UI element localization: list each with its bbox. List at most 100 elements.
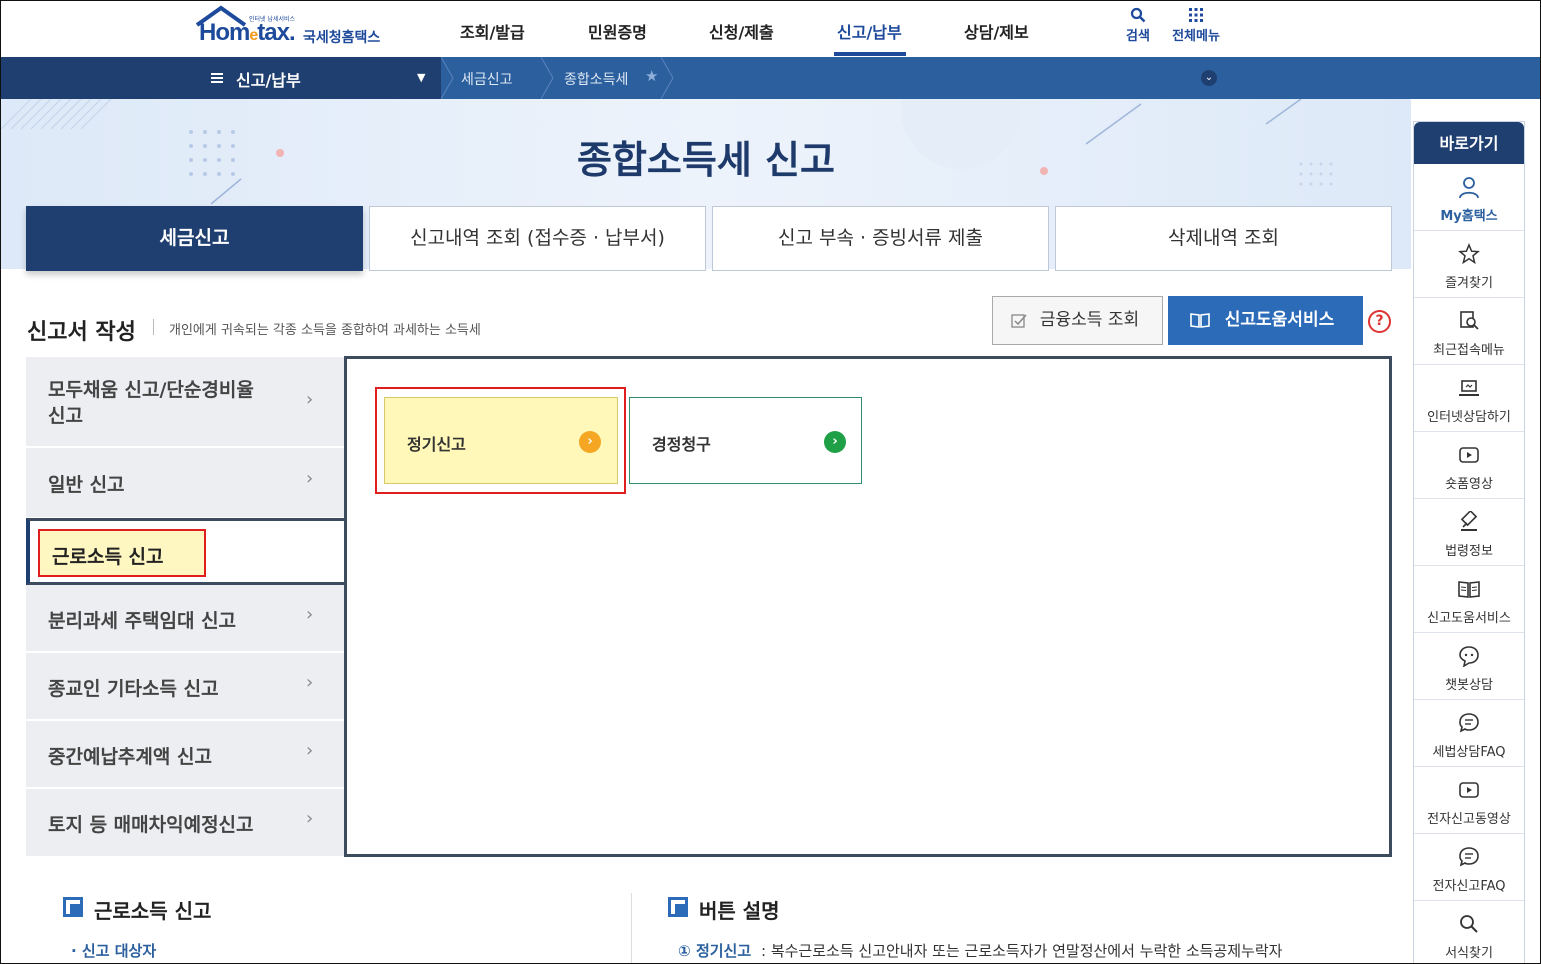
grid-menu-icon bbox=[1189, 8, 1203, 22]
chevron-right-icon: › bbox=[306, 808, 314, 829]
chevron-right-icon: › bbox=[306, 389, 314, 410]
quick-menu-label: 법령정보 bbox=[1445, 544, 1493, 559]
menu-dropdown-title: 신고/납부 bbox=[236, 71, 301, 90]
chevron-right-icon: › bbox=[306, 604, 314, 625]
left-menu-item-label: 토지 등 매매차익예정신고 bbox=[48, 814, 254, 836]
quick-menu-item-chatbot[interactable]: 챗봇상담 bbox=[1414, 633, 1524, 700]
left-menu-item-earned-income[interactable]: 근로소득 신고 bbox=[26, 518, 346, 585]
speech-bubble-icon bbox=[1459, 713, 1479, 733]
top-header: 인터넷 납세서비스 Hometax. 국세청홈택스 조회/발급 민원증명 신청/… bbox=[1, 1, 1540, 57]
left-menu-item-label-line-2: 신고 bbox=[48, 405, 83, 427]
play-video-icon bbox=[1459, 782, 1479, 798]
left-menu-item-label-line-1: 모두채움 신고/단순경비율 bbox=[48, 379, 254, 401]
caret-down-icon: ▼ bbox=[417, 71, 426, 84]
gnb-consult[interactable]: 상담/제보 bbox=[964, 19, 1029, 43]
gnb-report-pay[interactable]: 신고/납부 bbox=[837, 19, 902, 43]
financial-income-inquiry-button[interactable]: 금융소득 조회 bbox=[992, 296, 1163, 345]
quick-menu-label: 신고도움서비스 bbox=[1427, 611, 1511, 626]
arrow-right-icon: › bbox=[824, 431, 846, 453]
quick-menu-label: 전자신고FAQ bbox=[1432, 879, 1506, 894]
quick-menu-label: 숏폼영상 bbox=[1445, 477, 1493, 492]
regular-report-card[interactable]: 정기신고 › bbox=[384, 397, 618, 484]
quick-menu-item-help-service[interactable]: 신고도움서비스 bbox=[1414, 566, 1524, 633]
page-frame: 인터넷 납세서비스 Hometax. 국세청홈택스 조회/발급 민원증명 신청/… bbox=[0, 0, 1541, 964]
search-button[interactable]: 검색 bbox=[1121, 7, 1155, 44]
tab-deleted-history[interactable]: 삭제내역 조회 bbox=[1055, 206, 1392, 271]
bottom-divider bbox=[631, 893, 632, 963]
report-target-link[interactable]: · 신고 대상자 bbox=[71, 940, 156, 961]
section-description: 개인에게 귀속되는 각종 소득을 종합하여 과세하는 소득세 bbox=[169, 323, 481, 338]
menu-dropdown[interactable]: 신고/납부 ▼ bbox=[1, 57, 441, 99]
all-menu-label: 전체메뉴 bbox=[1172, 29, 1220, 44]
gnb-apply[interactable]: 신청/제출 bbox=[709, 19, 774, 43]
left-menu-item-label: 일반 신고 bbox=[48, 474, 125, 496]
chevron-right-icon: › bbox=[306, 468, 314, 489]
quick-menu-label: 최근접속메뉴 bbox=[1433, 343, 1505, 358]
expand-chevron-icon[interactable]: ⌄ bbox=[1201, 70, 1217, 86]
button-description-title: 버튼 설명 bbox=[699, 899, 780, 923]
quick-menu-item-my-hometax[interactable]: My홈택스 bbox=[1414, 164, 1524, 231]
quick-menu-item-favorites[interactable]: 즐겨찾기 bbox=[1414, 231, 1524, 298]
check-square-icon bbox=[1011, 314, 1027, 328]
quick-menu-item-online-consult[interactable]: 인터넷상담하기 bbox=[1414, 365, 1524, 432]
quick-menu-item-efiling-video[interactable]: 전자신고동영상 bbox=[1414, 767, 1524, 834]
logo-korean: 국세청홈택스 bbox=[303, 30, 381, 46]
breadcrumb-tax-report[interactable]: 세금신고 bbox=[461, 69, 513, 89]
quick-menu-label: 전자신고동영상 bbox=[1427, 812, 1511, 827]
button-description-number: ① bbox=[678, 942, 691, 960]
button-description-text: : 복수근로소득 신고안내자 또는 근로소득자가 연말정산에서 누락한 소득공제… bbox=[761, 942, 1283, 960]
quick-menu-item-efiling-faq[interactable]: 전자신고FAQ bbox=[1414, 834, 1524, 901]
tab-tax-report[interactable]: 세금신고 bbox=[26, 206, 363, 271]
arrow-right-icon: › bbox=[579, 431, 601, 453]
quick-menu-label: My홈택스 bbox=[1440, 209, 1498, 224]
square-bullet-icon bbox=[63, 897, 83, 917]
quick-menu-item-tax-faq[interactable]: 세법상담FAQ bbox=[1414, 700, 1524, 767]
quick-menu: 바로가기 My홈택스 즐겨찾기 최근접속메뉴 인터넷상담하기 숏폼영상 법령정보… bbox=[1413, 121, 1525, 963]
chatbot-icon bbox=[1459, 646, 1479, 667]
chevron-right-icon: › bbox=[306, 740, 314, 761]
hamburger-icon bbox=[211, 73, 223, 83]
gnb-active-underline bbox=[834, 52, 906, 56]
all-menu-button[interactable]: 전체메뉴 bbox=[1167, 7, 1225, 44]
tab-submit-documents[interactable]: 신고 부속 · 증빙서류 제출 bbox=[712, 206, 1049, 271]
book-icon bbox=[1190, 313, 1210, 328]
left-menu-item-general[interactable]: 일반 신고 › bbox=[26, 448, 346, 518]
quick-menu-label: 즐겨찾기 bbox=[1445, 276, 1493, 291]
left-menu: 모두채움 신고/단순경비율신고 › 일반 신고 › 근로소득 신고 분리과세 주… bbox=[26, 357, 346, 857]
gnb-inquiry[interactable]: 조회/발급 bbox=[460, 19, 525, 43]
button-description-item: ① 정기신고 bbox=[678, 940, 751, 961]
left-menu-item-label: 근로소득 신고 bbox=[52, 546, 164, 568]
logo-wordmark: Hometax. bbox=[199, 19, 296, 47]
left-menu-item-land-sale[interactable]: 토지 등 매매차익예정신고 › bbox=[26, 789, 346, 857]
section-divider bbox=[153, 319, 154, 335]
search-label: 검색 bbox=[1126, 29, 1150, 44]
breadcrumb-income-tax[interactable]: 종합소득세 bbox=[564, 69, 628, 89]
play-video-icon bbox=[1459, 447, 1479, 463]
square-bullet-icon bbox=[668, 897, 688, 917]
gnb-certificate[interactable]: 민원증명 bbox=[588, 19, 647, 43]
location-bar: 신고/납부 ▼ 세금신고 종합소득세 ★ ⌄ bbox=[1, 57, 1540, 99]
hometax-logo[interactable]: 인터넷 납세서비스 Hometax. 국세청홈택스 bbox=[195, 5, 395, 53]
favorite-star-icon[interactable]: ★ bbox=[645, 67, 658, 85]
page-title: 종합소득세 신고 bbox=[577, 138, 835, 182]
correction-claim-card[interactable]: 경정청구 › bbox=[629, 397, 862, 484]
report-help-service-button[interactable]: 신고도움서비스 bbox=[1168, 296, 1363, 345]
help-question-icon[interactable]: ? bbox=[1368, 310, 1391, 333]
left-menu-item-label: 종교인 기타소득 신고 bbox=[48, 678, 219, 700]
earned-income-info-title: 근로소득 신고 bbox=[94, 899, 212, 923]
quick-menu-item-form-search[interactable]: 서식찾기 bbox=[1414, 901, 1524, 963]
left-menu-item-interim-prepayment[interactable]: 중간예납추계액 신고 › bbox=[26, 721, 346, 788]
left-menu-item-prefilled[interactable]: 모두채움 신고/단순경비율신고 › bbox=[26, 357, 346, 447]
left-menu-item-religious[interactable]: 종교인 기타소득 신고 › bbox=[26, 653, 346, 720]
left-menu-item-label: 중간예납추계액 신고 bbox=[48, 746, 212, 768]
quick-menu-item-law-info[interactable]: 법령정보 bbox=[1414, 499, 1524, 566]
quick-menu-item-recent[interactable]: 최근접속메뉴 bbox=[1414, 298, 1524, 365]
logo-word-1: Hom bbox=[199, 19, 250, 46]
quick-menu-item-shortform[interactable]: 숏폼영상 bbox=[1414, 432, 1524, 499]
breadcrumb-separator bbox=[541, 57, 554, 99]
left-menu-item-label: 모두채움 신고/단순경비율신고 bbox=[48, 377, 254, 429]
left-menu-item-rental-income[interactable]: 분리과세 주택임대 신고 › bbox=[26, 585, 346, 652]
correction-claim-label: 경정청구 bbox=[652, 435, 711, 454]
tab-report-history[interactable]: 신고내역 조회 (접수증 · 납부서) bbox=[369, 206, 706, 271]
left-menu-item-label: 분리과세 주택임대 신고 bbox=[48, 610, 237, 632]
